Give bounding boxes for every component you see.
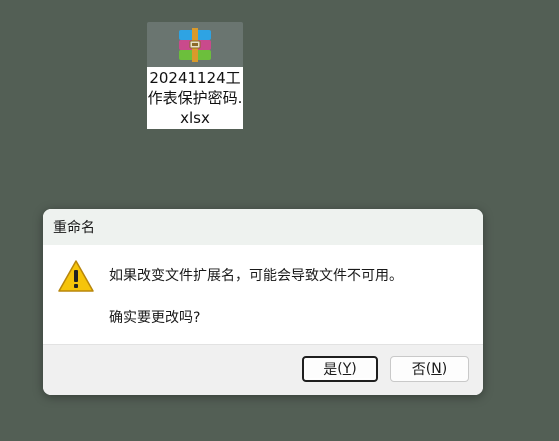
yes-button-label: 是 <box>323 362 338 378</box>
winrar-archive-icon <box>179 27 211 62</box>
file-icon-area <box>147 22 243 67</box>
no-button-label: 否 <box>411 362 426 378</box>
dialog-body: 如果改变文件扩展名，可能会导致文件不可用。 确实要更改吗? <box>43 245 483 345</box>
dialog-message-warning: 如果改变文件扩展名，可能会导致文件不可用。 <box>109 268 403 284</box>
dialog-titlebar[interactable]: 重命名 <box>43 209 483 245</box>
desktop-file-item[interactable]: 20241124工作表保护密码.xlsx <box>147 22 243 129</box>
desktop: 20241124工作表保护密码.xlsx 重命名 如果改变文件扩展名，可能会导致… <box>0 0 559 441</box>
rename-dialog: 重命名 如果改变文件扩展名，可能会导致文件不可用。 确实要更改吗? 是(Y) 否… <box>43 209 483 395</box>
file-name-label[interactable]: 20241124工作表保护密码.xlsx <box>147 67 243 129</box>
yes-paren-close: ) <box>351 361 357 377</box>
no-button[interactable]: 否(N) <box>390 356 469 382</box>
no-paren-close: ) <box>441 361 448 377</box>
dialog-title: 重命名 <box>53 220 95 236</box>
dialog-footer: 是(Y) 否(N) <box>43 344 483 395</box>
no-accelerator: N <box>431 361 442 377</box>
yes-button[interactable]: 是(Y) <box>302 356 378 382</box>
dialog-message-confirm: 确实要更改吗? <box>109 310 201 326</box>
yes-accelerator: Y <box>342 361 352 377</box>
warning-icon <box>58 260 94 292</box>
